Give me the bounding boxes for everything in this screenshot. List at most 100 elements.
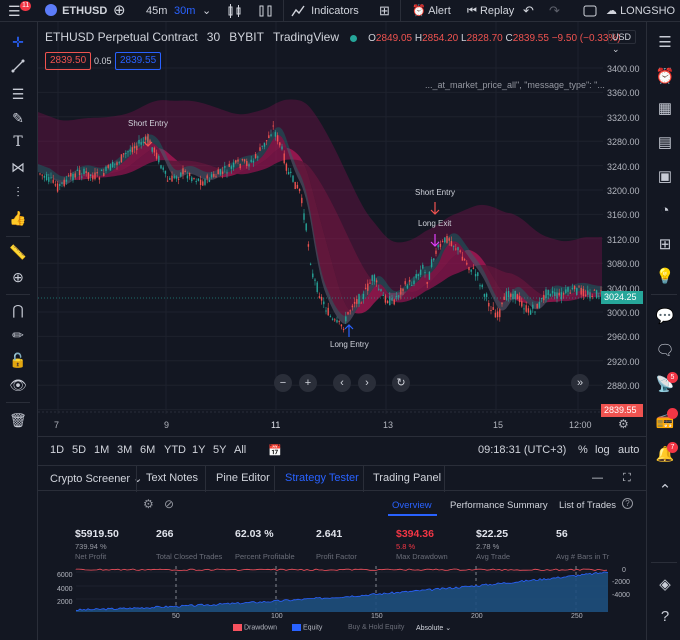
layout-icon[interactable] (583, 0, 597, 22)
thumbs-up-icon[interactable]: 👍 (8, 208, 28, 228)
settings-gear-icon[interactable]: ⚙ (618, 417, 629, 431)
stat-net-profit: $5919.50 739.94 % Net Profit (75, 528, 119, 561)
chart-interval: 30 (206, 30, 221, 44)
percent-toggle[interactable]: % (578, 444, 588, 456)
templates-icon[interactable]: ⊞ (379, 0, 390, 22)
alert-button[interactable]: ⏰ Alert (412, 0, 451, 22)
auto-toggle[interactable]: auto (618, 444, 639, 456)
replay-button[interactable]: ⏮ Replay (467, 0, 514, 22)
scroll-left-button[interactable]: ‹ (333, 374, 351, 392)
streams-icon[interactable]: 📡 5 (654, 372, 678, 396)
scroll-to-realtime-button[interactable]: » (571, 374, 589, 392)
candles-icon[interactable] (226, 0, 244, 22)
legend-buy-hold[interactable]: Buy & Hold Equity (348, 624, 404, 631)
zoom-in-icon[interactable]: ⊕ (8, 267, 28, 287)
watchlist-icon[interactable]: ☰ (654, 32, 676, 54)
zoom-in-button[interactable]: + (299, 374, 317, 392)
layers-icon[interactable]: ◈ (654, 574, 676, 596)
equity-axis-label: 6000 (57, 572, 73, 579)
redo-icon[interactable]: ↷ (549, 0, 560, 22)
zoom-out-button[interactable]: − (274, 374, 292, 392)
legend-equity[interactable]: Equity (292, 624, 322, 631)
tab-trading-panel[interactable]: Trading Panel (373, 472, 441, 484)
tab-crypto-screener[interactable]: Crypto Screener ⌄ (50, 472, 142, 485)
lock-icon[interactable]: 🔓 (8, 350, 28, 370)
reset-chart-button[interactable]: ↻ (392, 374, 410, 392)
pie-chart-icon[interactable]: ◔ (654, 200, 676, 222)
sell-button[interactable]: 2839.50 (45, 52, 92, 70)
help-icon[interactable]: ? (654, 606, 676, 628)
pattern-icon[interactable]: ⋈ (8, 157, 28, 177)
undo-icon[interactable]: ↶ (523, 0, 534, 22)
minimize-panel-icon[interactable]: — (592, 472, 603, 484)
layout-name[interactable]: ☁ LONGSHO (606, 0, 675, 22)
lightbulb-icon[interactable]: 💡 (654, 266, 676, 288)
range-ytd[interactable]: YTD (164, 444, 186, 456)
interval-45m[interactable]: 45m (146, 0, 167, 22)
currency-selector[interactable]: USD ⌄ (608, 30, 636, 54)
symbol-search[interactable]: ETHUSD (45, 0, 107, 22)
chevron-down-icon[interactable]: ⌄ (202, 0, 211, 22)
ruler-icon[interactable]: 📏 (8, 242, 28, 262)
info-icon[interactable]: ? (622, 498, 633, 509)
top-toolbar: ☰ 11 ETHUSD ⊕ 45m 30m ⌄ Indicators ⊞ ⏰ A… (0, 0, 680, 22)
notifications-icon[interactable]: 🔔 7 (654, 442, 678, 466)
maximize-panel-icon[interactable]: ⛶ (623, 472, 631, 485)
add-symbol-icon[interactable]: ⊕ (113, 0, 126, 22)
collapse-icon[interactable]: ⌃ (654, 480, 676, 502)
range-all[interactable]: All (234, 444, 246, 456)
text-tool-icon[interactable]: T (8, 132, 28, 152)
indicators-icon (291, 5, 308, 17)
range-5y[interactable]: 5Y (213, 444, 226, 456)
subtab-performance-summary[interactable]: Performance Summary (450, 500, 548, 511)
brush-icon[interactable]: ✎ (8, 108, 28, 128)
strategy-settings-icon[interactable]: ⚙ (143, 497, 154, 511)
stat-avg-trade: $22.25 2.78 % Avg Trade (476, 528, 511, 561)
trade-number-label: 250 (571, 613, 583, 620)
drawdown-swatch (233, 624, 242, 631)
data-window-icon[interactable]: ▦ (654, 98, 676, 120)
go-to-date-icon[interactable]: 📅 (268, 444, 282, 457)
fib-retracement-icon[interactable]: ☰ (8, 84, 28, 104)
scroll-right-button[interactable]: › (358, 374, 376, 392)
broadcast-icon[interactable]: 📻 (654, 408, 678, 432)
log-toggle[interactable]: log (595, 444, 610, 456)
chat-icon[interactable]: 💬 (654, 306, 676, 328)
chats-icon[interactable]: 🗨 (654, 340, 676, 362)
interval-30m[interactable]: 30m (174, 0, 195, 22)
subtab-list-of-trades[interactable]: List of Trades (559, 500, 616, 511)
buy-button[interactable]: 2839.55 (115, 52, 162, 70)
magnet-icon[interactable]: ⋂ (8, 300, 28, 320)
range-1m[interactable]: 1M (94, 444, 109, 456)
calendar-icon[interactable]: ▣ (654, 166, 676, 188)
range-6m[interactable]: 6M (140, 444, 155, 456)
trendline-icon[interactable] (8, 58, 28, 78)
range-3m[interactable]: 3M (117, 444, 132, 456)
menu-icon[interactable]: ☰ (8, 0, 21, 22)
clock-label[interactable]: 09:18:31 (UTC+3) (478, 444, 566, 456)
absolute-dropdown[interactable]: Absolute ⌄ (416, 624, 451, 632)
right-sidebar: ☰ ⏰ ▦ ▤ ▣ ◔ ⊞ 💡 💬 🗨 📡 5 📻 🔔 7 ⌃ ◈ ? (646, 22, 680, 640)
trash-icon[interactable]: 🗑 (8, 410, 28, 430)
range-1y[interactable]: 1Y (192, 444, 205, 456)
legend-drawdown[interactable]: Drawdown (233, 624, 277, 631)
grid-calendar-icon[interactable]: ⊞ (654, 234, 676, 256)
compare-icon[interactable] (258, 0, 274, 22)
alarm-clock-icon[interactable]: ⏰ (654, 66, 676, 88)
crosshair-icon[interactable]: ✛ (8, 32, 28, 52)
trade-number-label: 100 (271, 613, 283, 620)
range-1d[interactable]: 1D (50, 444, 64, 456)
range-5d[interactable]: 5D (72, 444, 86, 456)
tab-text-notes[interactable]: Text Notes (146, 472, 198, 484)
tab-strategy-tester[interactable]: Strategy Tester (285, 472, 359, 484)
chevron-down-icon: ⌄ (133, 473, 143, 485)
strategy-properties-icon[interactable]: ⊘ (164, 497, 174, 511)
indicators-button[interactable]: Indicators (291, 0, 359, 22)
eye-icon[interactable]: 👁 (8, 375, 28, 395)
prediction-icon[interactable]: ⫶ (8, 182, 28, 202)
news-icon[interactable]: ▤ (654, 132, 676, 154)
market-status-dot[interactable] (350, 34, 358, 42)
tab-pine-editor[interactable]: Pine Editor (216, 472, 270, 484)
stay-in-drawing-icon[interactable]: ✏ (8, 325, 28, 345)
subtab-overview[interactable]: Overview (392, 500, 432, 511)
